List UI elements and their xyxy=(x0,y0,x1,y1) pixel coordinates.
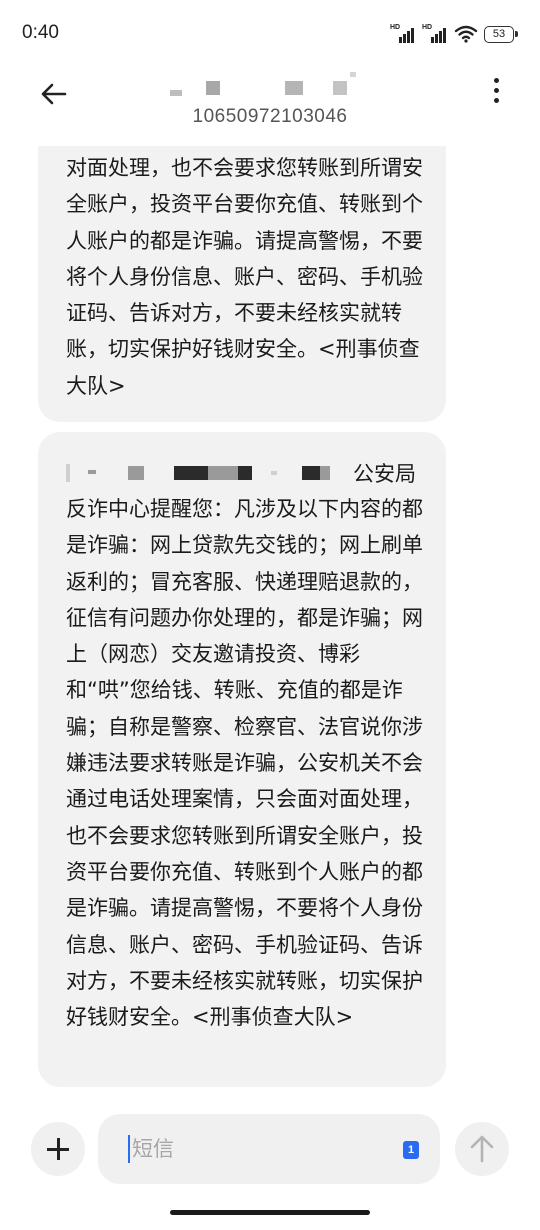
contact-number: 10650972103046 xyxy=(192,106,348,127)
send-button[interactable] xyxy=(455,1122,509,1176)
message-bubble[interactable]: 公安局 反诈中心提醒您：凡涉及以下内容的都是诈骗：网上贷款先交钱的；网上刷单返利… xyxy=(38,432,446,1087)
add-attachment-button[interactable] xyxy=(31,1122,85,1176)
sim-select-badge[interactable]: 1 xyxy=(403,1141,419,1159)
signal-sim2-icon: HD xyxy=(422,24,448,43)
status-bar: 0:40 HD HD 53 xyxy=(0,0,540,66)
more-options-button[interactable] xyxy=(488,76,504,106)
wifi-icon xyxy=(454,25,478,43)
sms-input[interactable] xyxy=(98,1114,440,1184)
contact-name-redacted xyxy=(170,72,370,100)
conversation-header: 10650972103046 xyxy=(0,66,540,146)
message-text: 反诈中心提醒您：凡涉及以下内容的都是诈骗：网上贷款先交钱的；网上刷单返利的；冒充… xyxy=(66,497,423,1030)
home-indicator[interactable] xyxy=(170,1210,370,1215)
redacted-sender-suffix: 公安局 xyxy=(353,462,416,486)
send-arrow-icon xyxy=(470,1135,494,1163)
message-text: 对面处理，也不会要求您转账到所谓安全账户，投资平台要你充值、转账到个人账户的都是… xyxy=(66,156,423,398)
message-bubble[interactable]: 对面处理，也不会要求您转账到所谓安全账户，投资平台要你充值、转账到个人账户的都是… xyxy=(38,146,446,422)
battery-icon: 53 xyxy=(484,25,518,43)
status-icons: HD HD 53 xyxy=(390,24,518,44)
status-time: 0:40 xyxy=(22,22,59,43)
text-cursor xyxy=(128,1135,130,1163)
signal-sim1-icon: HD xyxy=(390,24,416,43)
message-list[interactable]: 对面处理，也不会要求您转账到所谓安全账户，投资平台要你充值、转账到个人账户的都是… xyxy=(0,146,540,1106)
